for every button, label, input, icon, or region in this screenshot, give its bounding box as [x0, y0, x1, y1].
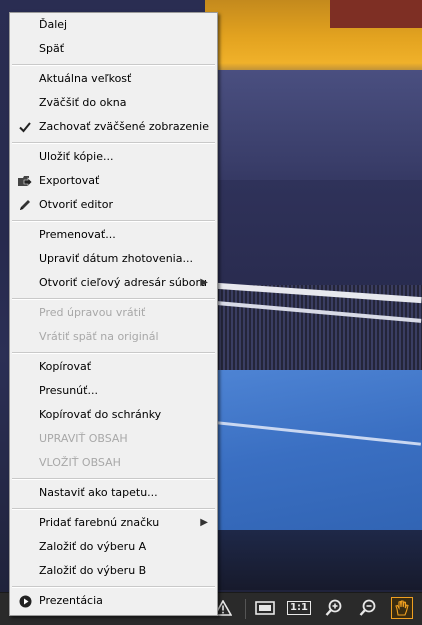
menu-item-edit-content[interactable]: UPRAVIŤ OBSAH	[12, 428, 215, 450]
menu-item-label: VLOŽIŤ OBSAH	[39, 456, 121, 469]
menu-item-label: Otvoriť cieľový adresár súboru	[39, 276, 208, 289]
menu-item-label: Premenovať...	[39, 228, 116, 241]
menu-item-label: Nastaviť ako tapetu...	[39, 486, 158, 499]
menu-item-move[interactable]: Presunúť...	[12, 380, 215, 402]
menu-separator	[12, 142, 215, 144]
menu-item-label: Zachovať zväčšené zobrazenie	[39, 120, 209, 133]
menu-item-revert-original[interactable]: Vrátiť späť na originál	[12, 326, 215, 348]
menu-item-slideshow[interactable]: Prezentácia	[12, 590, 215, 612]
menu-item-select-b[interactable]: Založiť do výberu B	[12, 560, 215, 582]
menu-item-label: Zväčšiť do okna	[39, 96, 127, 109]
menu-item-edit-date[interactable]: Upraviť dátum zhotovenia...	[12, 248, 215, 270]
menu-item-label: Založiť do výberu A	[39, 540, 147, 553]
menu-item-label: Upraviť dátum zhotovenia...	[39, 252, 193, 265]
menu-item-set-wallpaper[interactable]: Nastaviť ako tapetu...	[12, 482, 215, 504]
menu-item-label: Aktuálna veľkosť	[39, 72, 132, 85]
check-icon	[17, 120, 33, 134]
menu-item-copy-to-clipboard[interactable]: Kopírovať do schránky	[12, 404, 215, 426]
menu-separator	[12, 586, 215, 588]
menu-separator	[12, 220, 215, 222]
menu-separator	[12, 352, 215, 354]
menu-separator	[12, 64, 215, 66]
zoom-in-button[interactable]	[323, 597, 345, 619]
menu-separator	[12, 478, 215, 480]
menu-item-next[interactable]: Ďalej	[12, 14, 215, 36]
zoom-out-button[interactable]	[357, 597, 379, 619]
actual-size-button[interactable]: 1:1	[287, 597, 311, 619]
menu-item-paste-content[interactable]: VLOŽIŤ OBSAH	[12, 452, 215, 474]
menu-item-label: Vrátiť späť na originál	[39, 330, 159, 343]
chevron-right-icon: ▶	[200, 517, 208, 528]
photo-table-edge	[205, 530, 422, 590]
menu-item-label: Späť	[39, 42, 65, 55]
menu-item-label: Kopírovať	[39, 360, 92, 373]
play-icon	[17, 594, 33, 608]
menu-item-label: Kopírovať do schránky	[39, 408, 162, 421]
menu-separator	[12, 298, 215, 300]
menu-item-add-color-tag[interactable]: Pridať farebnú značku ▶	[12, 512, 215, 534]
menu-item-label: UPRAVIŤ OBSAH	[39, 432, 128, 445]
pencil-icon	[17, 198, 33, 212]
menu-item-fit-window[interactable]: Zväčšiť do okna	[12, 92, 215, 114]
menu-item-label: Ďalej	[39, 18, 68, 31]
menu-item-copy[interactable]: Kopírovať	[12, 356, 215, 378]
photo-region	[205, 180, 422, 280]
menu-item-label: Pred úpravou vrátiť	[39, 306, 146, 319]
menu-item-label: Otvoriť editor	[39, 198, 113, 211]
menu-item-label: Prezentácia	[39, 594, 103, 607]
menu-item-label: Exportovať	[39, 174, 100, 187]
menu-item-actual-size[interactable]: Aktuálna veľkosť	[12, 68, 215, 90]
photo-region	[330, 0, 422, 28]
menu-item-label: Založiť do výberu B	[39, 564, 147, 577]
menu-separator	[12, 508, 215, 510]
toolbar-divider	[245, 599, 246, 619]
hand-tool-button[interactable]	[391, 597, 413, 619]
menu-item-select-a[interactable]: Založiť do výberu A	[12, 536, 215, 558]
menu-item-keep-zoom[interactable]: Zachovať zväčšené zobrazenie	[12, 116, 215, 138]
menu-item-save-copy[interactable]: Uložiť kópie...	[12, 146, 215, 168]
fit-window-button[interactable]	[254, 597, 276, 619]
menu-item-label: Pridať farebnú značku	[39, 516, 160, 529]
chevron-right-icon: ▶	[200, 277, 208, 288]
menu-item-label: Presunúť...	[39, 384, 98, 397]
menu-item-label: Uložiť kópie...	[39, 150, 114, 163]
menu-item-open-target-folder[interactable]: Otvoriť cieľový adresár súboru ▶	[12, 272, 215, 294]
menu-item-revert-before-edit[interactable]: Pred úpravou vrátiť	[12, 302, 215, 324]
menu-item-back[interactable]: Späť	[12, 38, 215, 60]
menu-item-rename[interactable]: Premenovať...	[12, 224, 215, 246]
menu-item-export[interactable]: Exportovať	[12, 170, 215, 192]
menu-item-open-editor[interactable]: Otvoriť editor	[12, 194, 215, 216]
context-menu: Ďalej Späť Aktuálna veľkosť Zväčšiť do o…	[9, 12, 218, 616]
export-icon	[17, 174, 33, 188]
actual-size-label: 1:1	[287, 601, 311, 615]
